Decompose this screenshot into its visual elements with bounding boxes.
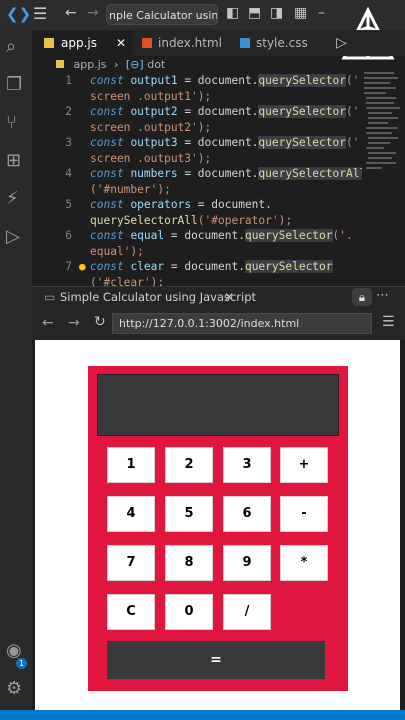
js-file-icon (56, 60, 64, 68)
line-number: 1 (65, 74, 72, 87)
key-5[interactable]: 5 (165, 496, 213, 532)
code-line: screen .output3'); (90, 152, 212, 165)
code-line: screen .output1'); (90, 90, 212, 103)
forward-arrow-icon[interactable]: → (68, 316, 80, 330)
code-line: const clear = document.querySelector (90, 260, 333, 273)
minimize-icon[interactable]: – (318, 6, 325, 20)
explorer-files-icon[interactable]: ❐ (6, 76, 22, 94)
menu-icon[interactable]: ☰ (33, 6, 47, 22)
back-arrow-icon[interactable]: ← (65, 6, 77, 20)
key-3[interactable]: 3 (223, 447, 271, 483)
extensions-icon[interactable]: ⊞ (6, 152, 21, 170)
line-number: 2 (65, 105, 72, 118)
line-number: 4 (65, 167, 72, 180)
key-plus[interactable]: + (280, 447, 328, 483)
close-icon[interactable]: ✕ (116, 30, 126, 56)
command-search-input[interactable]: nple Calculator using Jav (106, 4, 218, 25)
menu-icon[interactable]: ☰ (382, 315, 395, 329)
account-badge: 1 (16, 658, 27, 669)
key-4[interactable]: 4 (107, 496, 155, 532)
key-1[interactable]: 1 (107, 447, 155, 483)
status-bar (0, 710, 405, 720)
forward-arrow-icon[interactable]: → (87, 6, 99, 20)
code-line: const output3 = document.querySelector('… (90, 136, 362, 149)
source-control-icon[interactable]: ⑂ (6, 114, 17, 132)
code-line: const operators = document. (90, 198, 272, 211)
key-clear[interactable]: C (107, 594, 155, 630)
breadcrumb: app.js › [⊖] dot (32, 56, 352, 74)
code-line: querySelectorAll('#operator'); (90, 214, 293, 227)
key-0[interactable]: 0 (165, 594, 213, 630)
chevron-right-icon: › (114, 58, 119, 71)
minimap[interactable] (362, 68, 402, 178)
code-line: const output2 = document.querySelector('… (90, 105, 362, 118)
tab-label: app.js (61, 36, 97, 50)
editor-tab-bar: app.js ✕ index.html style.css ▷ (32, 30, 405, 56)
css-file-icon (240, 38, 250, 48)
key-equal[interactable]: = (107, 641, 325, 679)
back-arrow-icon[interactable]: ← (42, 316, 54, 330)
key-divide[interactable]: / (223, 594, 271, 630)
line-number: 5 (65, 198, 72, 211)
run-file-icon[interactable]: ▷ (336, 36, 347, 50)
layout-panel-icon[interactable]: ⬒ (248, 6, 261, 20)
key-8[interactable]: 8 (165, 545, 213, 581)
code-line: const output1 = document.querySelector('… (90, 74, 362, 87)
code-line: equal'); (90, 245, 144, 258)
testing-icon[interactable]: ⚡ (6, 190, 19, 208)
run-debug-icon[interactable]: ▷ (6, 228, 20, 246)
settings-gear-icon[interactable]: ⚙ (6, 680, 22, 698)
line-number: 6 (65, 229, 72, 242)
breadcrumb-symbol[interactable]: dot (147, 58, 165, 71)
browser-tab-bar: ▭ Simple Calculator using Javascript ✕ 🔒… (32, 286, 405, 309)
tab-label: index.html (158, 36, 222, 50)
line-number: 7 (65, 260, 72, 273)
html-file-icon (142, 38, 152, 48)
lock-icon[interactable]: 🔒︎ (352, 288, 372, 306)
tab-app-js[interactable]: app.js ✕ (32, 30, 132, 56)
code-line: ('#clear'); (90, 276, 165, 286)
tab-style-css[interactable]: style.css (230, 30, 326, 56)
calculator-display (97, 374, 339, 436)
line-number: 3 (65, 136, 72, 149)
key-9[interactable]: 9 (223, 545, 271, 581)
browser-icon: ▭ (44, 290, 56, 304)
key-2[interactable]: 2 (165, 447, 213, 483)
key-6[interactable]: 6 (223, 496, 271, 532)
close-icon[interactable]: ✕ (224, 290, 234, 304)
code-line: screen .output2'); (90, 121, 212, 134)
js-file-icon (44, 38, 54, 48)
activity-bar: ⌕ ❐ ⑂ ⊞ ⚡ ▷ ◉ 1 ⚙ (0, 30, 32, 710)
variable-symbol-icon: [⊖] (125, 58, 144, 71)
lightbulb-icon[interactable]: ● (79, 260, 86, 273)
code-line: const equal = document.querySelector('. (90, 229, 353, 242)
url-input[interactable]: http://127.0.0.1:3002/index.html (112, 313, 372, 334)
key-7[interactable]: 7 (107, 545, 155, 581)
key-multiply[interactable]: * (280, 545, 328, 581)
key-minus[interactable]: - (280, 496, 328, 532)
layout-grid-icon[interactable]: ▦ (294, 6, 307, 20)
breadcrumb-file[interactable]: app.js (74, 58, 107, 71)
search-icon[interactable]: ⌕ (6, 38, 16, 56)
reload-icon[interactable]: ↻ (94, 315, 106, 329)
more-actions-icon[interactable]: ⋯ (376, 288, 389, 303)
tab-label: style.css (256, 36, 308, 50)
code-line: ('#number'); (90, 183, 171, 196)
layout-sidebar-icon[interactable]: ◧ (226, 6, 239, 20)
tab-index-html[interactable]: index.html (132, 30, 230, 56)
layout-secondary-icon[interactable]: ◨ (270, 6, 283, 20)
code-line: const numbers = document.querySelectorAl… (90, 167, 362, 180)
vscode-logo-icon: ❮❯ (6, 5, 32, 23)
code-editor[interactable]: 1 const output1 = document.querySelector… (32, 74, 362, 286)
